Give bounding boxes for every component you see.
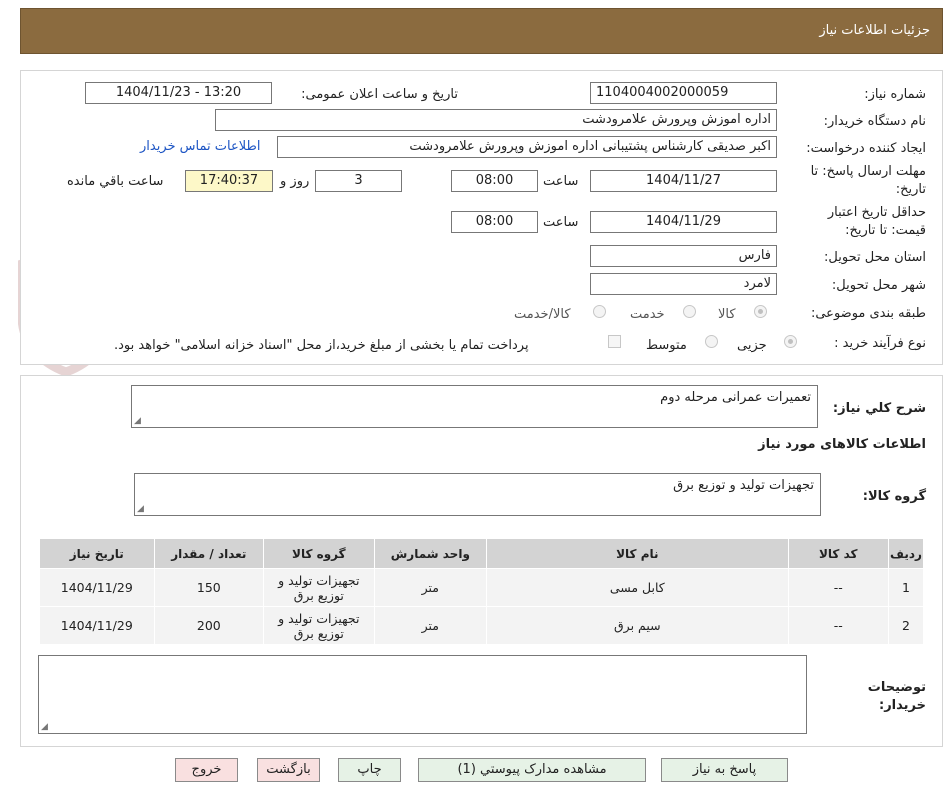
cell-unit: متر — [373, 568, 488, 607]
process-type-label: نوع فرآیند خرید : — [834, 336, 926, 351]
validity-time-field: 08:00 — [451, 211, 538, 233]
province-field: فارس — [590, 245, 777, 267]
treasury-payment-checkbox[interactable] — [608, 335, 621, 348]
buyer-notes-textarea[interactable]: ◢ — [38, 655, 807, 734]
cell-row-number: 2 — [887, 606, 925, 645]
cell-row-number: 1 — [887, 568, 925, 607]
goods-section-title: اطلاعات کالاهای مورد نیاز — [758, 437, 926, 452]
cell-quantity: 150 — [153, 568, 265, 607]
need-number-label: شماره نیاز: — [864, 87, 926, 102]
cell-item-name: کابل مسی — [486, 568, 789, 607]
category-radio-service[interactable] — [683, 305, 696, 318]
page-title: جزئیات اطلاعات نیاز — [819, 23, 930, 38]
col-item-name: نام کالا — [486, 538, 789, 569]
resize-grip-icon: ◢ — [41, 722, 48, 732]
treasury-payment-note: پرداخت تمام یا بخشی از مبلغ خرید،از محل … — [114, 338, 529, 353]
buyer-notes-label-2: خریدار: — [879, 698, 926, 713]
resize-grip-icon: ◢ — [137, 504, 144, 514]
cell-quantity: 200 — [153, 606, 265, 645]
back-button[interactable]: بازگشت — [257, 758, 320, 782]
process-option-partial: جزیی — [737, 338, 767, 353]
category-option-service: خدمت — [630, 307, 665, 322]
page-header: جزئیات اطلاعات نیاز — [20, 8, 943, 54]
summary-text: تعمیرات عمرانی مرحله دوم — [660, 390, 811, 405]
category-radio-goods-service[interactable] — [593, 305, 606, 318]
table-row: 1 -- کابل مسی متر تجهیزات تولید و توزیع … — [39, 568, 925, 607]
city-label: شهر محل تحویل: — [831, 278, 926, 293]
validity-label-2: قیمت: تا تاریخ: — [845, 223, 926, 238]
days-label: روز و — [280, 174, 310, 189]
exit-button[interactable]: خروج — [175, 758, 238, 782]
goods-group-textarea[interactable]: تجهیزات تولید و توزیع برق ◢ — [134, 473, 821, 516]
buyer-org-label: نام دستگاه خریدار: — [823, 114, 926, 129]
remaining-time-field: 17:40:37 — [185, 170, 273, 192]
resize-grip-icon: ◢ — [134, 416, 141, 426]
process-radio-partial[interactable] — [784, 335, 797, 348]
col-row-number: ردیف — [887, 538, 925, 569]
goods-group-text: تجهیزات تولید و توزیع برق — [673, 478, 814, 493]
summary-label: شرح کلي نیاز: — [832, 401, 926, 416]
cell-item-code: -- — [787, 606, 889, 645]
goods-group-label: گروه کالا: — [862, 489, 926, 504]
cell-need-date: 1404/11/29 — [39, 568, 155, 607]
deadline-time-field: 08:00 — [451, 170, 538, 192]
cell-item-name: سیم برق — [486, 606, 789, 645]
creator-label: ایجاد کننده درخواست: — [806, 141, 926, 156]
goods-table: ردیف کد کالا نام کالا واحد شمارش گروه کا… — [39, 538, 925, 645]
buyer-contact-link[interactable]: اطلاعات تماس خریدار — [140, 139, 260, 154]
cell-need-date: 1404/11/29 — [39, 606, 155, 645]
print-button[interactable]: چاپ — [338, 758, 401, 782]
cell-item-code: -- — [787, 568, 889, 607]
table-header-row: ردیف کد کالا نام کالا واحد شمارش گروه کا… — [39, 538, 925, 569]
view-attachments-button[interactable]: مشاهده مدارک پیوستي (1) — [418, 758, 646, 782]
buyer-org-field: اداره اموزش وپرورش علامرودشت — [215, 109, 777, 131]
reply-button[interactable]: پاسخ به نیاز — [661, 758, 788, 782]
category-option-goods: کالا — [718, 307, 736, 322]
col-item-code: کد کالا — [787, 538, 889, 569]
deadline-date-field: 1404/11/27 — [590, 170, 777, 192]
col-goods-group: گروه کالا — [263, 538, 375, 569]
announce-date-label: تاریخ و ساعت اعلان عمومی: — [301, 87, 458, 102]
deadline-time-label: ساعت — [543, 174, 579, 189]
col-need-date: تاریخ نیاز — [39, 538, 155, 569]
col-quantity: تعداد / مقدار — [153, 538, 265, 569]
province-label: استان محل تحویل: — [824, 250, 926, 265]
col-unit: واحد شمارش — [373, 538, 488, 569]
process-radio-medium[interactable] — [705, 335, 718, 348]
category-label: طبقه بندی موضوعی: — [810, 306, 926, 321]
validity-date-field: 1404/11/29 — [590, 211, 777, 233]
buyer-notes-label: توضیحات — [867, 680, 926, 695]
deadline-label-2: تاریخ: — [895, 182, 926, 197]
category-option-goods-service: کالا/خدمت — [514, 307, 571, 322]
days-remaining-field: 3 — [315, 170, 402, 192]
summary-textarea[interactable]: تعمیرات عمرانی مرحله دوم ◢ — [131, 385, 818, 428]
remaining-time-label: ساعت باقي مانده — [67, 174, 164, 189]
announce-date-field: 1404/11/23 - 13:20 — [85, 82, 272, 104]
cell-unit: متر — [373, 606, 488, 645]
cell-goods-group: تجهیزات تولید و توزیع برق — [263, 606, 375, 645]
deadline-label: مهلت ارسال پاسخ: تا — [810, 164, 926, 179]
city-field: لامرد — [590, 273, 777, 295]
table-row: 2 -- سیم برق متر تجهیزات تولید و توزیع ب… — [39, 606, 925, 645]
need-number-field: 1104004002000059 — [590, 82, 777, 104]
process-option-medium: متوسط — [646, 338, 687, 353]
cell-goods-group: تجهیزات تولید و توزیع برق — [263, 568, 375, 607]
validity-time-label: ساعت — [543, 215, 579, 230]
validity-label: حداقل تاریخ اعتبار — [827, 205, 926, 220]
category-radio-goods[interactable] — [754, 305, 767, 318]
creator-field: اکبر صدیقی کارشناس پشتیبانی اداره اموزش … — [277, 136, 777, 158]
